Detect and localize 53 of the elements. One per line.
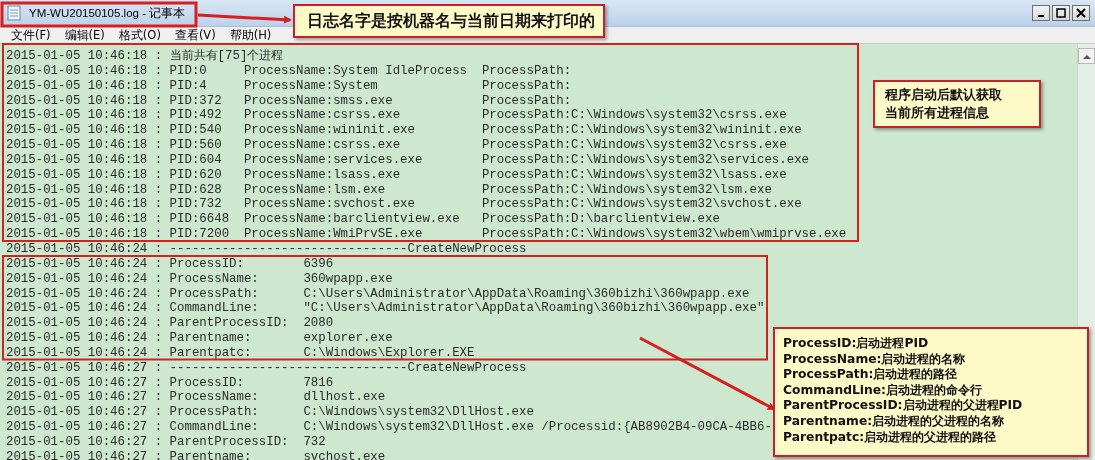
- log-line: 2015-01-05 10:46:18 : PID:560 ProcessName:csrss.exe ProcessPath:C:\Windows\system32\csrss.exe: [6, 138, 787, 153]
- maximize-icon: [1056, 8, 1066, 18]
- minimize-button[interactable]: [1032, 5, 1050, 21]
- callout-text: ProcessName:启动进程的名称: [783, 351, 967, 367]
- log-line: 2015-01-05 10:46:27 : CommandLine: C:\Windows\system32\DllHost.exe /Processid:{AB8902B4-09CA-4BB6-: [6, 420, 772, 435]
- menu-item[interactable]: 编辑(E): [57, 27, 112, 43]
- callout-text: ParentProcessID:启动进程的父进程PID: [783, 398, 1024, 414]
- notepad-icon: [7, 5, 21, 21]
- log-line: 2015-01-05 10:46:24 : Parentname: explorer.exe: [6, 331, 393, 346]
- scroll-up-button[interactable]: [1078, 48, 1095, 64]
- log-line: 2015-01-05 10:46:18 : PID:628 ProcessName:lsm.exe ProcessPath:C:\Windows\system32\lsm.exe: [6, 182, 772, 198]
- callout-text: ProcessPath:启动进程的路径: [783, 367, 959, 383]
- log-line: 2015-01-05 10:46:18 : PID:604 ProcessName:services.exe ProcessPath:C:\Windows\system32\services.exe: [6, 152, 810, 168]
- log-line: 2015-01-05 10:46:18 : PID:4 ProcessName:System ProcessPath:: [6, 78, 572, 94]
- callout-text: Parentpatc:启动进程的父进程的路径: [783, 429, 998, 446]
- menu-item[interactable]: 文件(F): [4, 27, 58, 43]
- callout-text: Parentname:启动进程的父进程的名称: [783, 413, 1006, 430]
- log-line: 2015-01-05 10:46:18 : PID:6648 ProcessName:barclientview.exe ProcessPath:D:\barclientview.exe: [6, 212, 720, 228]
- log-line: 2015-01-05 10:46:27 : ParentProcessID: 732: [6, 434, 326, 450]
- log-line: 2015-01-05 10:46:18 : PID:372 ProcessName:smss.exe ProcessPath:: [6, 93, 572, 109]
- log-line: 2015-01-05 10:46:24 : ParentProcessID: 2080: [6, 316, 334, 332]
- log-line: 2015-01-05 10:46:24 : Parentpatc: C:\Windows\Explorer.EXE: [6, 345, 475, 361]
- log-line: 2015-01-05 10:46:18 : PID:620 ProcessName:lsass.exe ProcessPath:C:\Windows\system32\lsass.exe: [6, 167, 787, 183]
- up-arrow-icon: [1082, 53, 1091, 59]
- log-line: 2015-01-05 10:46:18 : PID:540 ProcessName:wininit.exe ProcessPath:C:\Windows\system32\wininit.exe: [6, 123, 802, 139]
- menu-item[interactable]: 格式(O): [111, 27, 168, 43]
- log-line: 2015-01-05 10:46:27 : --------------------------------CreateNewProcess: [6, 360, 527, 376]
- log-line: 2015-01-05 10:46:18 : PID:0 ProcessName:System IdleProcess ProcessPath:: [6, 63, 572, 79]
- window-title: YM-WU20150105.log - 记事本: [29, 6, 186, 20]
- log-line: 2015-01-05 10:46:18 : 当前共有[75]个进程: [6, 49, 284, 64]
- log-line: 2015-01-05 10:46:24 : ProcessID: 6396: [6, 256, 334, 272]
- log-line: 2015-01-05 10:46:18 : PID:7200 ProcessName:WmiPrvSE.exe ProcessPath:C:\Windows\system32\wbem\wmiprvse.exe: [6, 227, 847, 242]
- minimize-icon: [1038, 15, 1044, 17]
- log-line: 2015-01-05 10:46:18 : PID:492 ProcessName:csrss.exe ProcessPath:C:\Windows\system32\csrss.exe: [6, 108, 787, 124]
- log-line: 2015-01-05 10:46:24 : CommandLine: "C:\Users\Administrator\AppData\Roaming\360bizhi\360wpapp.exe": [6, 301, 765, 317]
- log-line: 2015-01-05 10:46:27 : ProcessID: 7816: [6, 375, 334, 391]
- callout-text: 程序启动后默认获取: [885, 86, 1003, 104]
- menu-item[interactable]: 帮助(H): [222, 27, 279, 43]
- callout-text: 日志名字是按机器名与当前日期来打印的: [307, 10, 596, 32]
- maximize-button[interactable]: [1052, 5, 1070, 21]
- log-line: 2015-01-05 10:46:24 : ProcessPath: C:\Users\Administrator\AppData\Roaming\360bizhi\360wpapp.exe: [6, 286, 750, 302]
- close-button[interactable]: [1072, 5, 1090, 21]
- callout-text: ProcessID:启动进程PID: [783, 336, 930, 352]
- log-line: 2015-01-05 10:46:24 : ProcessName: 360wpapp.exe: [6, 271, 393, 287]
- log-line: 2015-01-05 10:46:27 : Parentname: svchost.exe: [6, 449, 386, 460]
- log-line: 2015-01-05 10:46:18 : PID:732 ProcessName:svchost.exe ProcessPath:C:\Windows\system32\svchost.exe: [6, 197, 802, 213]
- menu-item[interactable]: 查看(V): [167, 27, 223, 43]
- close-icon: [1076, 8, 1086, 18]
- callout-text: 当前所有进程信息: [885, 104, 990, 122]
- callout-text: CommandLine:启动进程的命令行: [783, 382, 984, 398]
- log-line: 2015-01-05 10:46:27 : ProcessPath: C:\Windows\system32\DllHost.exe: [6, 405, 534, 421]
- log-line: 2015-01-05 10:46:24 : --------------------------------CreateNewProcess: [6, 241, 527, 257]
- log-line: 2015-01-05 10:46:27 : ProcessName: dllhost.exe: [6, 390, 386, 406]
